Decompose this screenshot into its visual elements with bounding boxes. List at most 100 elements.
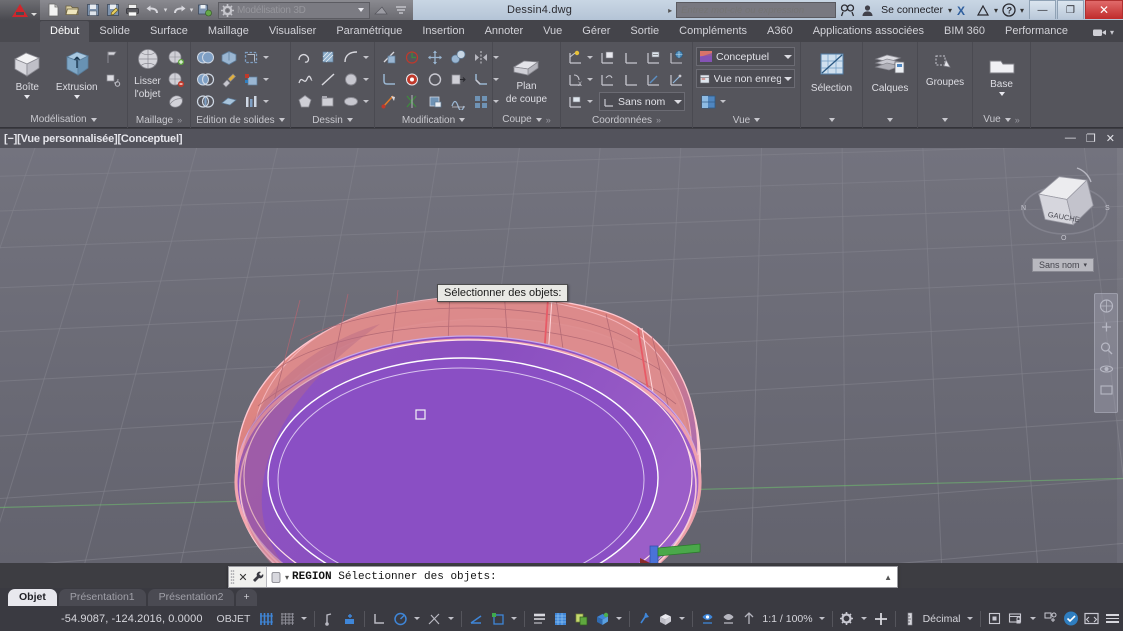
ucs-3point-button[interactable] [665, 69, 687, 90]
chevron-down-icon[interactable] [587, 78, 593, 81]
chevron-down-icon[interactable] [887, 117, 893, 122]
gizmo-icon[interactable] [655, 608, 675, 630]
tab-sortie[interactable]: Sortie [620, 21, 669, 42]
graphics-performance-icon[interactable] [1061, 608, 1081, 630]
panel-title-modification[interactable]: Modification [375, 112, 492, 128]
sign-in-caret[interactable]: ▾ [948, 6, 952, 15]
isolate-objects-icon[interactable] [985, 608, 1005, 630]
smooth-object-button[interactable]: Lisser l'objet [131, 45, 164, 100]
panel-title-vue[interactable]: Vue [693, 112, 800, 128]
sweep-tool-button[interactable] [102, 69, 124, 90]
sign-in-button[interactable]: Se connecter [878, 4, 946, 16]
command-line[interactable]: ✕ ▾ REGION Sélectionner des objets: ▲ [228, 566, 898, 588]
chevron-down-icon[interactable] [784, 54, 792, 59]
panel-title-vue-base[interactable]: Vue » [973, 111, 1030, 128]
ucs-button[interactable] [564, 47, 586, 68]
ortho-mode-icon[interactable] [369, 608, 389, 630]
viewport-restore-button[interactable]: ❐ [1086, 132, 1096, 145]
ucs-manage-button[interactable] [564, 91, 586, 112]
chevron-down-icon[interactable] [511, 617, 518, 620]
solid-history-button[interactable] [240, 47, 262, 68]
plot-button[interactable] [123, 1, 142, 19]
box-tool-button[interactable]: Boîte [3, 45, 52, 99]
chevron-down-icon[interactable] [828, 117, 835, 122]
tab-parametrique[interactable]: Paramétrique [326, 21, 412, 42]
search-input-wrapper[interactable] [676, 2, 837, 18]
chevron-down-icon[interactable]: ▾ [1084, 261, 1088, 269]
hardware-acceleration-icon[interactable] [1040, 608, 1060, 630]
chevron-down-icon[interactable] [414, 617, 421, 620]
move-button[interactable] [424, 47, 446, 68]
ucs-origin-button[interactable] [619, 69, 641, 90]
panel-title-selection[interactable] [801, 111, 862, 128]
chevron-down-icon[interactable] [263, 78, 269, 81]
ellipse-button[interactable] [340, 91, 362, 112]
panel-title-groupes[interactable] [918, 111, 972, 128]
annotation-visibility-icon[interactable] [697, 608, 717, 630]
tab-debut[interactable]: Début [40, 21, 90, 42]
command-line-settings-icon[interactable] [250, 570, 266, 584]
workspace-dropdown[interactable]: Modélisation 3D [218, 1, 370, 19]
panel-title-edition-solides[interactable]: Edition de solides [191, 112, 290, 128]
fillet-button[interactable] [378, 69, 400, 90]
chevron-down-icon[interactable] [358, 8, 364, 12]
command-input-area[interactable]: ▾ REGION Sélectionner des objets: ▲ [266, 567, 897, 587]
undo-button[interactable] [143, 1, 162, 19]
chevron-down-icon[interactable] [860, 617, 867, 620]
tab-surface[interactable]: Surface [140, 21, 198, 42]
redo-button[interactable] [169, 1, 188, 19]
rectangular-array-button[interactable] [470, 91, 492, 112]
minimize-button[interactable]: — [1029, 0, 1056, 19]
chevron-down-icon[interactable] [674, 99, 682, 104]
autodesk-caret[interactable]: ▾ [994, 6, 998, 15]
panel-dialog-launcher[interactable]: » [177, 115, 182, 125]
solid-edit-array-button[interactable] [240, 91, 262, 112]
view-cube[interactable]: N S O GAUCHE [1015, 160, 1115, 255]
units-icon[interactable] [900, 608, 920, 630]
help-icon[interactable]: ? [1000, 0, 1018, 20]
chevron-down-icon[interactable] [278, 118, 285, 122]
polar-tracking-icon[interactable] [390, 608, 410, 630]
lineweight-icon[interactable] [529, 608, 549, 630]
pan-icon[interactable] [1099, 320, 1114, 334]
scale-button[interactable] [401, 69, 423, 90]
infocenter-expand-caret[interactable]: ▸ [666, 6, 674, 15]
tab-complements[interactable]: Compléments [669, 21, 757, 42]
grid-display-icon[interactable] [277, 608, 297, 630]
panel-dialog-launcher[interactable]: » [546, 115, 551, 125]
panel-title-maillage[interactable]: Maillage » [128, 112, 190, 128]
command-history-expand[interactable]: ▲ [884, 573, 897, 582]
selection-filter-icon[interactable] [634, 608, 654, 630]
screencast-icon[interactable]: ▾ [1092, 27, 1114, 42]
ucs-world-globe-button[interactable] [665, 47, 687, 68]
clean-screen-icon[interactable] [1082, 608, 1102, 630]
panel-title-modelisation[interactable]: Modélisation [0, 111, 127, 128]
object-snap-tracking-icon[interactable] [424, 608, 444, 630]
ucs-named-button[interactable] [596, 47, 618, 68]
3d-rotate-button[interactable] [378, 91, 400, 112]
viewport-close-button[interactable]: ✕ [1106, 132, 1115, 145]
navigation-bar[interactable] [1094, 293, 1118, 413]
viewcube-named-view[interactable]: Sans nom ▾ [1032, 258, 1095, 272]
user-account-icon[interactable] [859, 0, 876, 20]
subtract-button[interactable] [194, 69, 216, 90]
named-ucs-combo[interactable]: Sans nom [599, 92, 685, 111]
chevron-down-icon[interactable] [1004, 117, 1011, 122]
line-button[interactable] [317, 69, 339, 90]
redo-dropdown-caret[interactable]: ▾ [189, 1, 194, 19]
panel-title-coupe[interactable]: Coupe » [493, 111, 560, 128]
polyline-button[interactable] [294, 47, 316, 68]
search-icon[interactable] [838, 0, 857, 20]
add-button-icon[interactable] [871, 608, 891, 630]
infer-constraints-icon[interactable] [340, 608, 360, 630]
clean-solid-button[interactable] [217, 69, 239, 90]
chevron-down-icon[interactable] [966, 617, 973, 620]
panel-title-dessin[interactable]: Dessin [291, 112, 374, 128]
sync-settings-button[interactable] [195, 1, 214, 19]
workspace-settings-button[interactable] [371, 1, 390, 19]
tab-insertion[interactable]: Insertion [412, 21, 474, 42]
tab-bim360[interactable]: BIM 360 [934, 21, 995, 42]
viewport-scrollbar[interactable] [1117, 148, 1123, 563]
selection-cycling-icon[interactable] [571, 608, 591, 630]
showmotion-icon[interactable] [1099, 383, 1114, 397]
